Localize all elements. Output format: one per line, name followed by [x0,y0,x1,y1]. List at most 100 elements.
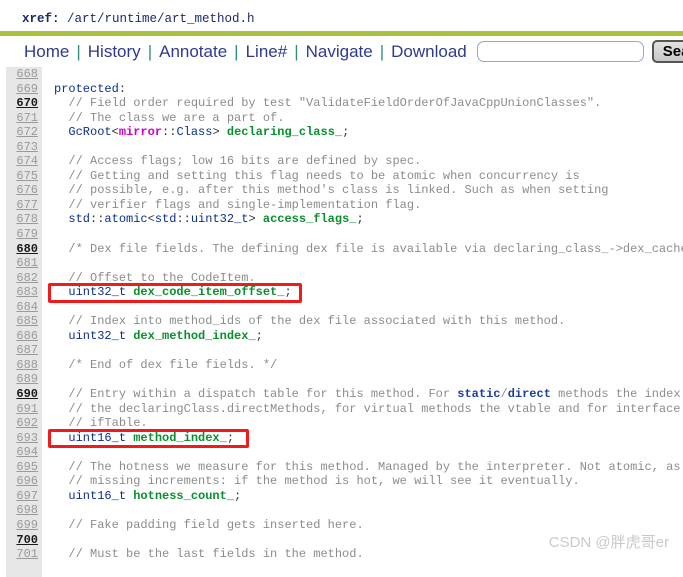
line-number-688[interactable]: 688 [6,358,42,373]
line-number-676[interactable]: 676 [6,183,42,198]
nav-item-line-number[interactable]: Line# [244,42,290,62]
code-line: 671 // The class we are a part of. [0,111,683,126]
code-line: 687 [0,343,683,358]
code-line: 681 [0,256,683,271]
code-line: 670 // Field order required by test "Val… [0,96,683,111]
code-line-text: // The hotness we measure for this metho… [68,459,683,474]
code-line: 696 // missing increments: if the method… [0,474,683,489]
code-line: 686 uint32_t dex_method_index_; [0,329,683,344]
code-line-text: // The class we are a part of. [68,110,285,125]
code-line: 669 protected: [0,82,683,97]
line-number-680[interactable]: 680 [6,242,42,257]
code-line: 680 /* Dex file fields. The defining dex… [0,242,683,257]
line-number-699[interactable]: 699 [6,518,42,533]
line-number-698[interactable]: 698 [6,503,42,518]
nav-separator: | [294,41,299,61]
code-line-text: // Access flags; low 16 bits are defined… [68,154,422,169]
code-line: 697 uint16_t hotness_count_; [0,489,683,504]
code-line: 690 // Entry within a dispatch table for… [0,387,683,402]
line-number-673[interactable]: 673 [6,140,42,155]
line-number-668[interactable]: 668 [6,67,42,82]
line-number-701[interactable]: 701 [6,547,42,562]
code-line: 684 [0,300,683,315]
line-number-690[interactable]: 690 [6,387,42,402]
code-line-text: // Index into method_ids of the dex file… [68,314,566,329]
code-line: 689 [0,372,683,387]
line-number-691[interactable]: 691 [6,402,42,417]
line-number-678[interactable]: 678 [6,212,42,227]
line-number-687[interactable]: 687 [6,343,42,358]
line-number-685[interactable]: 685 [6,314,42,329]
line-number-669[interactable]: 669 [6,82,42,97]
line-number-683[interactable]: 683 [6,285,42,300]
line-number-679[interactable]: 679 [6,227,42,242]
code-line-text: uint16_t method_index_; [68,430,235,445]
code-line: 683 uint32_t dex_code_item_offset_; [0,285,683,300]
code-line: 673 [0,140,683,155]
code-line-text: uint32_t dex_code_item_offset_; [68,285,292,300]
line-number-693[interactable]: 693 [6,431,42,446]
code-line: 695 // The hotness we measure for this m… [0,460,683,475]
nav-item-navigate[interactable]: Navigate [304,42,375,62]
line-number-686[interactable]: 686 [6,329,42,344]
xref-label: xref: [22,12,60,26]
code-line: 693 uint16_t method_index_; [0,431,683,446]
xref-path[interactable]: /art/runtime/art_method.h [67,12,255,26]
code-line-text: // possible, e.g. after this method's cl… [68,183,609,198]
line-number-671[interactable]: 671 [6,111,42,126]
line-number-697[interactable]: 697 [6,489,42,504]
line-number-700[interactable]: 700 [6,533,42,548]
nav-item-home[interactable]: Home [22,42,71,62]
line-number-684[interactable]: 684 [6,300,42,315]
search-button[interactable]: Search [651,40,683,63]
code-line: 692 // ifTable. [0,416,683,431]
line-number-677[interactable]: 677 [6,198,42,213]
nav-separator: | [234,41,239,61]
line-number-695[interactable]: 695 [6,460,42,475]
code-line-text: // Field order required by test "Validat… [68,96,602,111]
line-number-692[interactable]: 692 [6,416,42,431]
search-input[interactable] [476,41,644,62]
code-line: 688 /* End of dex file fields. */ [0,358,683,373]
code-line-text: /* End of dex file fields. */ [68,357,278,372]
nav-item-history[interactable]: History [86,42,143,62]
code-line-text: // verifier flags and single-implementat… [68,197,422,212]
code-line-text: // missing increments: if the method is … [68,474,580,489]
code-line-text: // Offset to the CodeItem. [68,270,256,285]
nav-item-annotate[interactable]: Annotate [157,42,229,62]
code-line-list: 668 669 protected: 670 // Field order requi… [0,67,683,562]
code-line-text: uint16_t hotness_count_; [68,488,242,503]
code-line-text: /* Dex file fields. The defining dex fil… [68,241,683,256]
line-number-681[interactable]: 681 [6,256,42,271]
code-line-text: // the declaringClass.directMethods, for… [68,401,683,416]
xref-header: xref: /art/runtime/art_method.h [0,0,683,28]
code-line-text: // ifTable. [68,416,148,431]
code-line: 677 // verifier flags and single-impleme… [0,198,683,213]
nav-item-download[interactable]: Download [389,42,469,62]
code-line: 676 // possible, e.g. after this method'… [0,183,683,198]
line-number-672[interactable]: 672 [6,125,42,140]
code-line: 679 [0,227,683,242]
code-line-text: // Fake padding field gets inserted here… [68,517,364,532]
source-code-viewer[interactable]: 668 669 protected: 670 // Field order requi… [0,67,683,577]
code-line: 674 // Access flags; low 16 bits are def… [0,154,683,169]
code-line-text: uint32_t dex_method_index_; [68,328,263,343]
nav-separator: | [76,41,81,61]
line-number-675[interactable]: 675 [6,169,42,184]
line-number-694[interactable]: 694 [6,445,42,460]
code-line: 694 [0,445,683,460]
code-line-text: // Getting and setting this flag needs t… [68,168,580,183]
code-line: 668 [0,67,683,82]
code-line: 685 // Index into method_ids of the dex … [0,314,683,329]
code-line-text: // Must be the last fields in the method… [68,547,364,562]
line-number-696[interactable]: 696 [6,474,42,489]
code-line-text: GcRoot<mirror::Class> declaring_class_; [68,125,350,140]
code-line: 691 // the declaringClass.directMethods,… [0,402,683,417]
code-line: 672 GcRoot<mirror::Class> declaring_clas… [0,125,683,140]
navigation-bar: Home | History | Annotate | Line# | Navi… [0,36,683,67]
line-number-689[interactable]: 689 [6,372,42,387]
line-number-674[interactable]: 674 [6,154,42,169]
line-number-670[interactable]: 670 [6,96,42,111]
code-line: 698 [0,503,683,518]
line-number-682[interactable]: 682 [6,271,42,286]
